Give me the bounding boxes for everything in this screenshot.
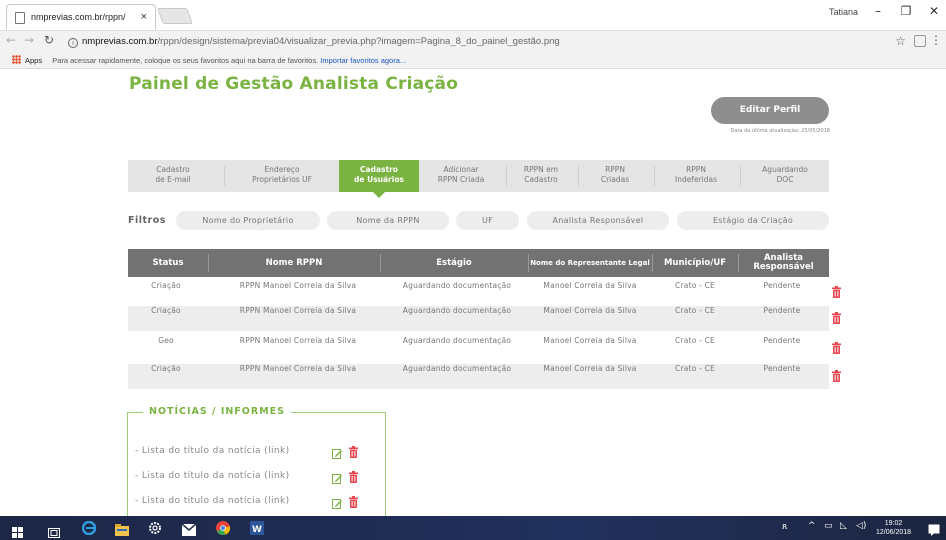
edit-profile-button[interactable]: Editar Perfil (711, 97, 829, 124)
url-path: /rppn/design/sistema/previa04/visualizar… (157, 36, 560, 47)
new-tab-button[interactable] (157, 8, 193, 24)
browser-profile-name[interactable]: Tatiana (829, 7, 858, 17)
browser-tab-bar: nmprevias.com.br/rppn/ × Tatiana – ❐ ✕ (0, 0, 946, 30)
delete-row-trash-icon[interactable] (832, 342, 841, 354)
column-nome-rppn: Nome RPPN (265, 257, 323, 268)
close-tab-icon[interactable]: × (141, 11, 147, 23)
word-icon[interactable]: W (250, 520, 264, 536)
windows-start-icon[interactable] (12, 523, 23, 539)
column-status: Status (152, 257, 184, 268)
clock-date: 12/06/2018 (876, 529, 912, 536)
news-item-link[interactable]: - Lista do título da notícia (link) (135, 496, 290, 506)
tab-rppn-indeferidas[interactable]: RPPN Indeferidas (656, 160, 736, 192)
filter-nome-rppn[interactable]: Nome da RPPN (327, 211, 449, 230)
extension-icon[interactable] (914, 35, 926, 47)
url-host: nmprevias.com.br (82, 36, 158, 47)
battery-icon[interactable]: ▭ (824, 521, 833, 537)
tab-aguardando-doc[interactable]: Aguardando DOC (742, 160, 828, 192)
tray-chevron-icon[interactable]: ^ (808, 521, 816, 537)
svg-text:W: W (252, 525, 262, 535)
tab-rppn-criadas[interactable]: RPPN Criadas (580, 160, 650, 192)
people-icon[interactable]: ጸ (782, 522, 787, 538)
wifi-icon[interactable]: ◺ (840, 521, 847, 537)
bookmarks-bar: Apps Para acessar rapidamente, coloque o… (0, 52, 946, 69)
mail-icon[interactable] (181, 521, 197, 537)
task-view-icon[interactable] (48, 523, 60, 539)
filter-uf[interactable]: UF (456, 211, 519, 230)
chrome-icon[interactable] (216, 520, 231, 536)
clock-time: 19:02 (884, 520, 903, 527)
forward-icon[interactable]: → (24, 33, 34, 47)
column-representante-legal: Nome do Representante Legal (530, 258, 650, 267)
windows-taskbar: W ጸ ^ ▭ ◺ ◁) 19:02 12/06/2018 (0, 516, 946, 540)
tab-rppn-cadastro[interactable]: RPPN em Cadastro (508, 160, 574, 192)
page-icon (15, 12, 25, 24)
filter-estagio-criacao[interactable]: Estágio da Criação (677, 211, 829, 230)
clock[interactable]: 19:02 12/06/2018 (876, 519, 911, 537)
browser-tab[interactable]: nmprevias.com.br/rppn/ × (6, 4, 156, 30)
delete-row-trash-icon[interactable] (832, 370, 841, 382)
edit-icon[interactable] (332, 498, 343, 509)
browser-tab-title: nmprevias.com.br/rppn/ (31, 12, 126, 22)
browser-menu-icon[interactable]: ⋮ (930, 33, 942, 47)
table-row: Criação RPPN Manoel Correia da Silva Agu… (151, 281, 801, 290)
table-row: Criação RPPN Manoel Correia da Silva Agu… (128, 364, 829, 389)
browser-toolbar: ← → ↻ i nmprevias.com.br/rppn/design/sist… (0, 30, 946, 52)
settings-gear-icon[interactable] (148, 520, 162, 536)
table-row: Geo RPPN Manoel Correia da Silva Aguarda… (158, 336, 801, 345)
apps-grid-icon[interactable] (12, 55, 21, 64)
reload-icon[interactable]: ↻ (44, 33, 54, 47)
delete-news-trash-icon[interactable] (349, 496, 358, 508)
bookmarks-hint: Para acessar rapidamente, coloque os seu… (52, 56, 319, 65)
column-analista-responsavel: Analista Responsável (753, 253, 814, 272)
tab-cadastro-email[interactable]: Cadastro de E-mail (128, 160, 218, 192)
close-window-icon[interactable]: ✕ (924, 4, 944, 18)
info-icon[interactable]: i (68, 38, 78, 48)
filter-analista-responsavel[interactable]: Analista Responsável (527, 211, 669, 230)
file-explorer-icon[interactable] (115, 521, 129, 537)
column-estagio: Estágio (436, 257, 472, 268)
page-title: Painel de Gestão Analista Criação (129, 74, 459, 94)
tab-endereco-proprietarios[interactable]: Endereço Proprietários UF (226, 160, 338, 192)
bookmark-star-icon[interactable]: ☆ (895, 34, 906, 48)
edge-browser-icon[interactable] (81, 520, 97, 536)
section-tabs: Cadastro de E-mail Endereço Proprietários … (128, 160, 829, 198)
tab-cadastro-usuarios[interactable]: Cadastro de Usuários (339, 160, 419, 198)
filters-label: Filtros (128, 215, 166, 226)
filter-nome-proprietario[interactable]: Nome do Proprietário (176, 211, 320, 230)
delete-news-trash-icon[interactable] (349, 471, 358, 483)
table-row: Criação RPPN Manoel Correia da Silva Agu… (128, 306, 829, 331)
back-icon[interactable]: ← (6, 33, 16, 47)
delete-row-trash-icon[interactable] (832, 312, 841, 324)
news-item-link[interactable]: - Lista do título da notícia (link) (135, 446, 290, 456)
edit-icon[interactable] (332, 473, 343, 484)
volume-icon[interactable]: ◁) (856, 521, 866, 537)
address-bar[interactable]: i nmprevias.com.br/rppn/design/sistema/pr… (68, 33, 878, 51)
news-title: NOTÍCIAS / INFORMES (143, 406, 291, 417)
column-municipio-uf: Município/UF (663, 257, 727, 268)
maximize-icon[interactable]: ❐ (896, 4, 916, 18)
tab-adicionar-rppn[interactable]: Adicionar RPPN Criada (420, 160, 502, 192)
notifications-icon[interactable] (928, 521, 940, 537)
edit-icon[interactable] (332, 448, 343, 459)
import-bookmarks-link[interactable]: Importar favoritos agora... (320, 56, 406, 65)
table-header: Status Nome RPPN Estágio Nome do Represe… (128, 249, 829, 277)
news-item-link[interactable]: - Lista do título da notícia (link) (135, 471, 290, 481)
delete-news-trash-icon[interactable] (349, 446, 358, 458)
delete-row-trash-icon[interactable] (832, 286, 841, 298)
minimize-icon[interactable]: – (868, 4, 888, 18)
apps-link[interactable]: Apps (25, 56, 42, 65)
last-update-date: Data da última atualização: 25/05/2018 (730, 128, 830, 134)
